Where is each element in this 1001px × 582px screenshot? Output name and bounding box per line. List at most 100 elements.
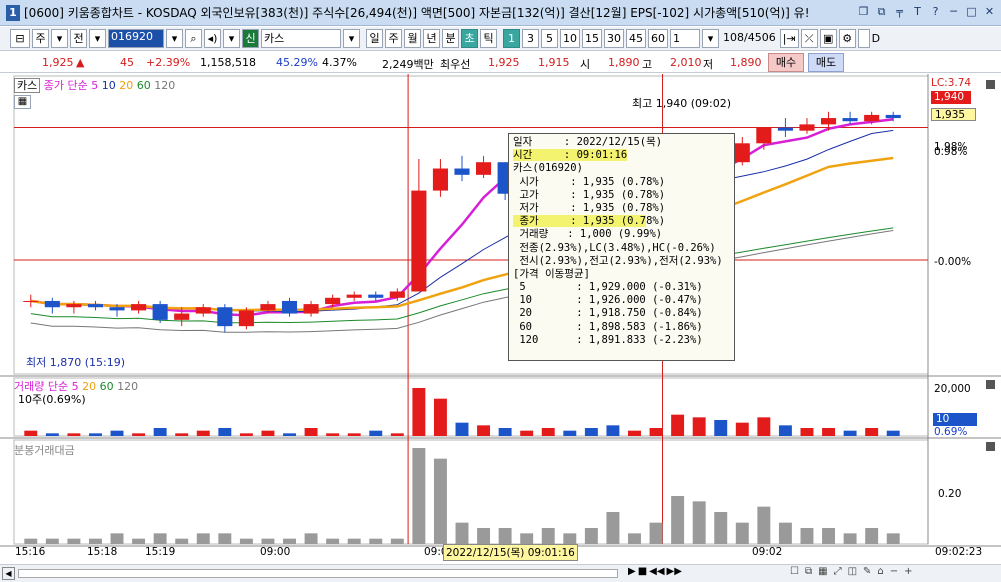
count-dropdown-icon[interactable]: ▾ (702, 29, 719, 48)
view-icon-4[interactable]: ⤢ (834, 566, 842, 577)
scroll-left-icon[interactable]: ◀ (2, 567, 15, 580)
amount-bar (886, 533, 900, 544)
volume-bar (88, 433, 102, 436)
search-icon[interactable]: ⌕ (185, 29, 202, 48)
legend-ma-10: 10 (98, 79, 116, 92)
play-icon[interactable]: ▶ (628, 566, 636, 577)
period-tab-6[interactable]: 틱 (480, 29, 497, 48)
rewind-icon[interactable]: ◀◀ (649, 566, 664, 577)
x-label-4: 09:00 (260, 546, 291, 558)
period-tab-5[interactable]: 초 (461, 29, 478, 48)
amount-bar (671, 496, 685, 544)
amount-bar (498, 528, 512, 544)
stop-icon[interactable]: ■ (638, 566, 647, 577)
amount-bar (196, 533, 210, 544)
tooltip-row: 종가 : 1,935 (0.78%) (513, 215, 666, 228)
amount-bar (433, 458, 447, 544)
volume-bar (541, 428, 555, 436)
interval-tab-1[interactable]: 3 (522, 29, 539, 48)
volume-bar (865, 428, 879, 436)
legend-ma-periods: 5 10 20 60 120 (91, 79, 175, 92)
type-select[interactable]: 주 (32, 29, 49, 48)
period-tab-3[interactable]: 년 (423, 29, 440, 48)
volume-bar (843, 430, 857, 436)
amount-bar (412, 448, 426, 544)
title-bar: 1 [0600] 키움종합차트 - KOSDAQ 외국인보유[383(천)] 주… (0, 0, 1001, 26)
sound-icon[interactable]: ◂) (204, 29, 221, 48)
tile-icon[interactable]: ⧉ (874, 4, 889, 20)
type-dropdown-icon[interactable]: ▾ (51, 29, 68, 48)
interval-tab-6[interactable]: 45 (626, 29, 646, 48)
maximize-icon[interactable]: □ (964, 4, 979, 20)
scroll-track[interactable] (18, 569, 618, 578)
amount-bar (563, 533, 577, 544)
panel-close-icon (986, 80, 995, 89)
count-input[interactable]: 1 (670, 29, 700, 48)
view-icon-5[interactable]: ◫ (848, 566, 857, 577)
interval-tab-0[interactable]: 1 (503, 29, 520, 48)
sound-dropdown-icon[interactable]: ▾ (223, 29, 240, 48)
font-icon[interactable]: T (910, 4, 925, 20)
prev-dropdown-icon[interactable]: ▾ (89, 29, 106, 48)
period-tab-0[interactable]: 일 (366, 29, 383, 48)
help-icon[interactable]: ? (928, 4, 943, 20)
period-tab-2[interactable]: 월 (404, 29, 421, 48)
grid-icon[interactable]: ▦ (14, 95, 31, 109)
current-price: 1,925 (42, 56, 74, 69)
gear-icon[interactable]: ⚙ (838, 29, 856, 48)
interval-tab-5[interactable]: 30 (604, 29, 624, 48)
zoom-out-icon[interactable]: − (890, 566, 898, 577)
name-dropdown-icon[interactable]: ▾ (343, 29, 360, 48)
minimize-icon[interactable]: ─ (946, 4, 961, 20)
amount-bar (757, 506, 771, 544)
buy-button[interactable]: 매수 (768, 53, 804, 72)
restore-icon[interactable]: ❐ (856, 4, 871, 20)
x-label-3: 15:19 (145, 546, 176, 558)
interval-tab-4[interactable]: 15 (582, 29, 602, 48)
interval-tab-7[interactable]: 60 (648, 29, 668, 48)
sell-button[interactable]: 매도 (808, 53, 844, 72)
save-icon[interactable]: ▣ (819, 29, 837, 48)
candle-body (281, 300, 298, 314)
view-icon-7[interactable]: ⌂ (877, 566, 883, 577)
range-icon[interactable]: |⇥ (779, 29, 799, 48)
view-icon-6[interactable]: ✎ (863, 566, 871, 577)
pin-icon[interactable]: ╤ (892, 4, 907, 20)
tools-icon[interactable]: ⤫ (800, 29, 818, 48)
best-quote-label: 최우선 (440, 58, 471, 71)
code-dropdown-icon[interactable]: ▾ (166, 29, 183, 48)
amount-bar (649, 522, 663, 544)
price-chart[interactable] (0, 74, 1001, 564)
turnover-ratio: 4.37% (322, 56, 357, 69)
stock-code-input[interactable]: 016920 (108, 29, 164, 48)
view-icon-2[interactable]: ⧉ (805, 566, 812, 577)
close-icon[interactable]: ✕ (982, 4, 997, 20)
zoom-in-icon[interactable]: + (904, 566, 912, 577)
trade-amount: 2,249백만 (382, 58, 434, 71)
interval-tab-3[interactable]: 10 (560, 29, 580, 48)
prev-button[interactable]: 전 (70, 29, 87, 48)
high-price: 2,010 (670, 56, 702, 69)
candle-body (109, 307, 125, 311)
amount-bar (132, 538, 146, 544)
option-checkbox[interactable] (857, 29, 870, 48)
volume-box-pct: 0.69% (934, 426, 968, 438)
chart-scrollbar[interactable]: ◀ ▶ ■ ◀◀ ▶▶ ☐ ⧉ ▦ ⤢ ◫ ✎ ⌂ − + (0, 564, 1001, 582)
current-price-box: 1,940 (931, 91, 971, 104)
stock-name-field[interactable]: 카스 (261, 29, 341, 48)
period-tab-4[interactable]: 분 (442, 29, 459, 48)
period-tab-1[interactable]: 주 (385, 29, 402, 48)
view-icon-1[interactable]: ☐ (790, 566, 799, 577)
bid-price: 1,915 (538, 56, 570, 69)
right-axis-label-2: 0.98% (934, 146, 968, 158)
tooltip-row: 거래량 : 1,000 (9.99%) (513, 228, 663, 241)
amount-bar (477, 528, 491, 544)
amount-bar (110, 533, 124, 544)
interval-tab-2[interactable]: 5 (541, 29, 558, 48)
chart-type-icon[interactable]: ⊟ (10, 29, 30, 48)
candle-body (777, 127, 793, 131)
cursor-price-box: 1,935 (931, 108, 976, 121)
forward-icon[interactable]: ▶▶ (667, 566, 682, 577)
candle-body (885, 114, 901, 119)
view-icon-3[interactable]: ▦ (818, 566, 827, 577)
